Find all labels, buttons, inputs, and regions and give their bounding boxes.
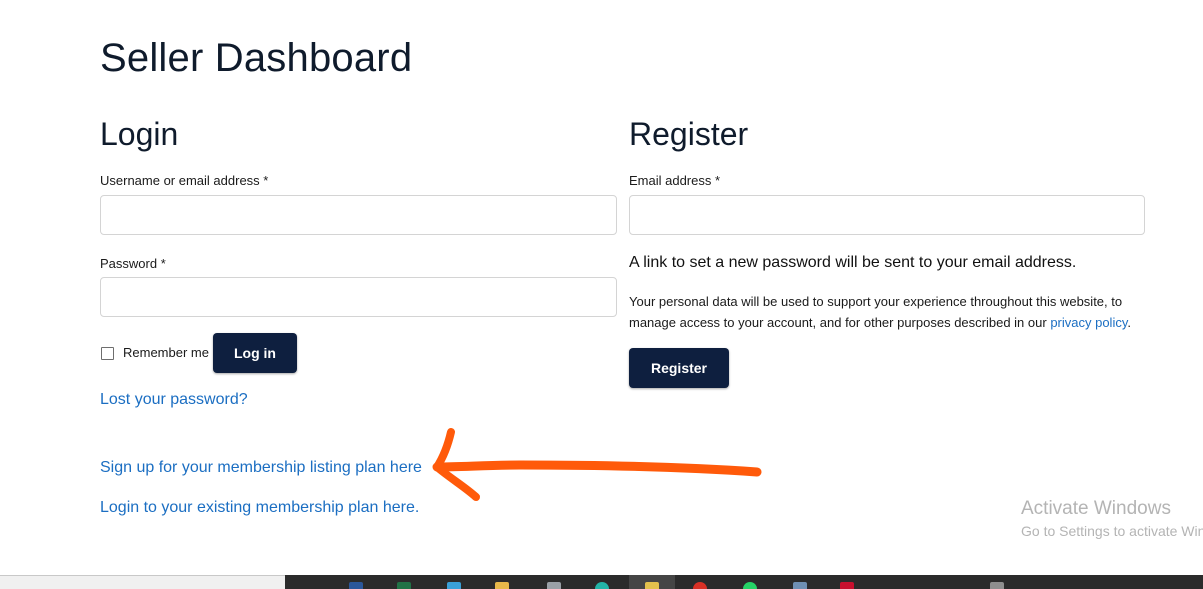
excel-icon[interactable] <box>397 582 411 589</box>
notification-icon[interactable] <box>990 582 1004 589</box>
taskbar <box>285 575 1203 589</box>
file-icon[interactable] <box>547 582 561 589</box>
taskbar-search-area[interactable] <box>0 575 285 589</box>
folder-icon[interactable] <box>495 582 509 589</box>
whatsapp-icon[interactable] <box>743 582 757 589</box>
chrome-icon[interactable] <box>693 582 707 589</box>
activate-windows-subtitle: Go to Settings to activate Windows. <box>1021 523 1203 539</box>
page: Seller Dashboard Login Username or email… <box>0 0 1203 589</box>
app-icon[interactable] <box>447 582 461 589</box>
word-icon[interactable] <box>349 582 363 589</box>
edge-icon[interactable] <box>595 582 609 589</box>
app2-icon[interactable] <box>793 582 807 589</box>
pdf-icon[interactable] <box>840 582 854 589</box>
pinned-icon[interactable] <box>645 582 659 589</box>
activate-windows-title: Activate Windows <box>1021 498 1171 519</box>
